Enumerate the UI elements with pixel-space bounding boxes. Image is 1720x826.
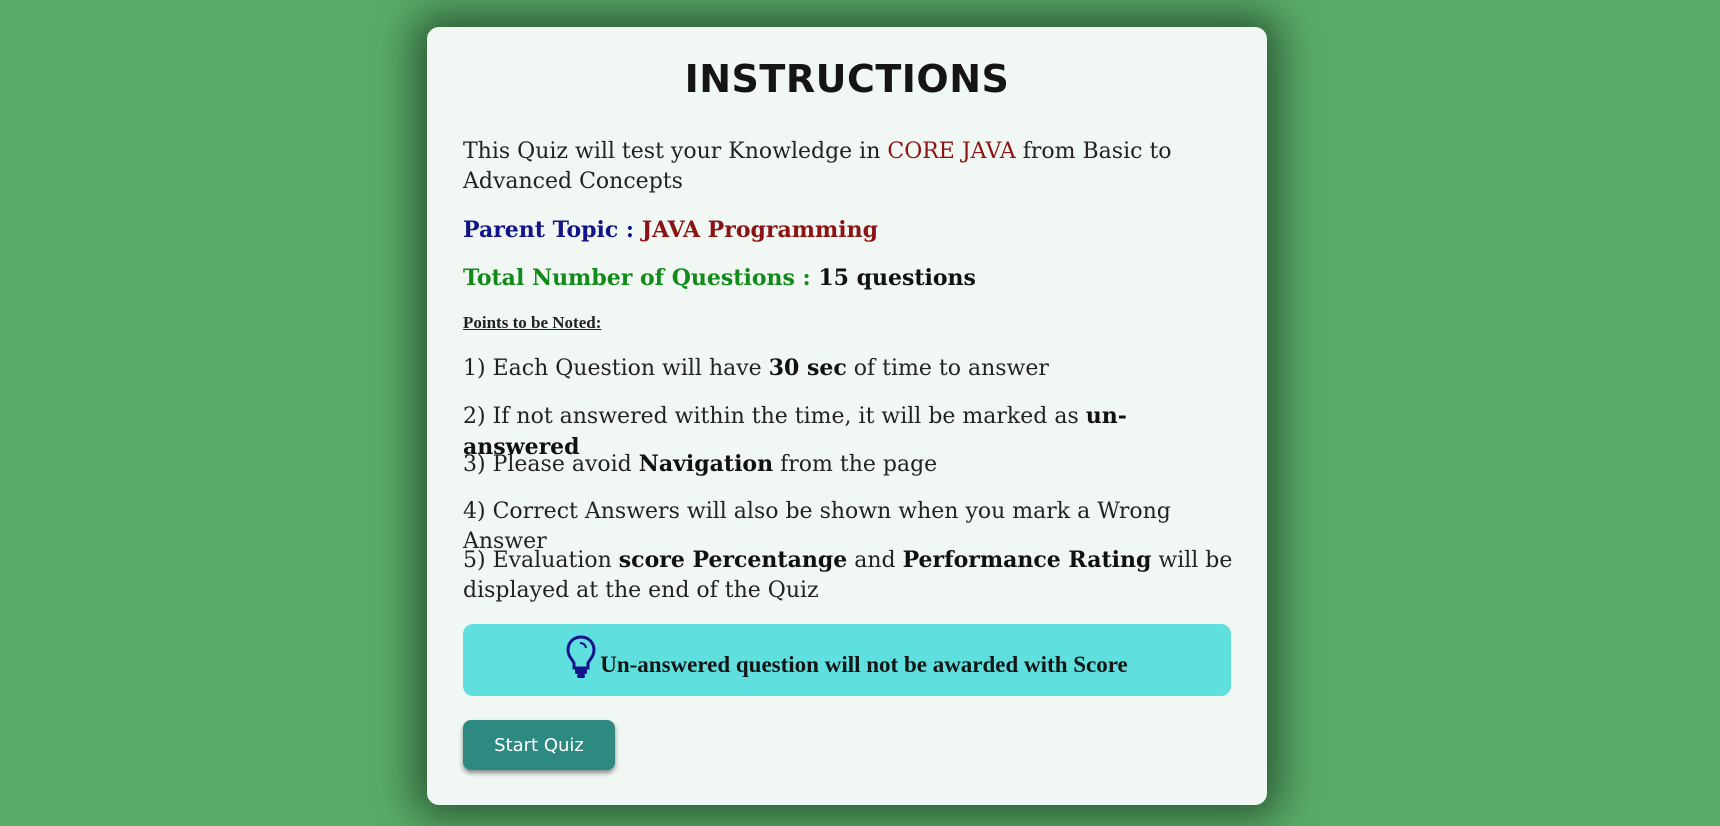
page-title: INSTRUCTIONS: [684, 57, 1010, 101]
point-3: 3) Please avoid Navigation from the page: [463, 449, 1243, 480]
point-5: 5) Evaluation score Percentange and Perf…: [463, 545, 1243, 606]
point-1-text: 1) Each Question will have: [463, 356, 769, 381]
score-note-text: Un-answered question will not be awarded…: [600, 652, 1128, 677]
point-5-and: and: [847, 548, 903, 573]
intro-highlight: CORE JAVA: [887, 139, 1016, 164]
parent-topic-label: Parent Topic :: [463, 217, 642, 243]
instructions-card: INSTRUCTIONS This Quiz will test your Kn…: [427, 27, 1267, 805]
point-2-text: 2) If not answered within the time, it w…: [463, 404, 1086, 429]
lightbulb-icon: [566, 635, 596, 678]
point-1-emphasis: 30 sec: [768, 355, 847, 381]
parent-topic-value: JAVA Programming: [641, 217, 879, 243]
points-heading: Points to be Noted:: [463, 313, 602, 332]
total-questions-label: Total Number of Questions :: [463, 265, 819, 291]
point-3-emphasis: Navigation: [638, 451, 774, 477]
total-questions: Total Number of Questions : 15 questions: [463, 263, 1243, 293]
intro-text: This Quiz will test your Knowledge in CO…: [463, 137, 1243, 197]
point-1-tail: of time to answer: [846, 356, 1049, 381]
start-quiz-button[interactable]: Start Quiz: [463, 720, 615, 770]
point-5-emphasis-score: score Percentange: [618, 547, 848, 573]
point-3-text: 3) Please avoid: [463, 452, 639, 477]
parent-topic: Parent Topic : JAVA Programming: [463, 215, 1243, 245]
point-5-emphasis-rating: Performance Rating: [902, 547, 1152, 573]
point-5-text: 5) Evaluation: [463, 548, 619, 573]
intro-prefix: This Quiz will test your Knowledge in: [463, 139, 888, 164]
point-3-tail: from the page: [773, 452, 938, 477]
total-questions-value: 15 questions: [818, 265, 976, 291]
point-1: 1) Each Question will have 30 sec of tim…: [463, 353, 1243, 384]
score-note-banner: Un-answered question will not be awarded…: [463, 624, 1231, 696]
